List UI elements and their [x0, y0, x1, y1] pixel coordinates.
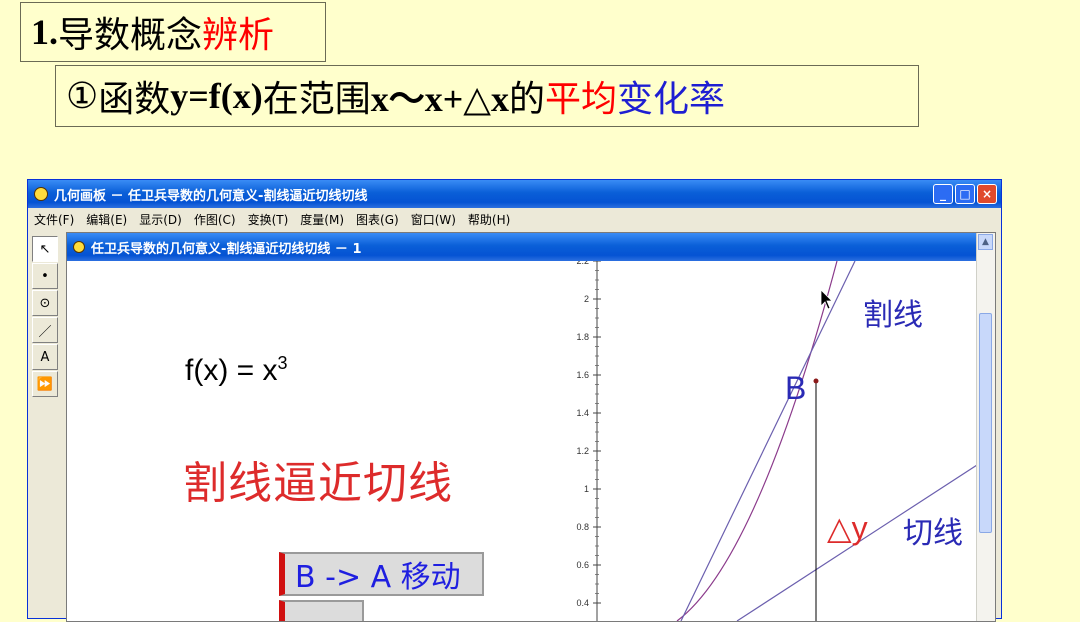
subtitle-text-c: 的 — [509, 79, 546, 120]
window-controls: _ □ × — [933, 184, 997, 204]
window-titlebar[interactable]: 几何画板 － 任卫兵导数的几何意义-割线逼近切线切线 _ □ × — [28, 180, 1001, 208]
vertical-scrollbar[interactable]: ▲ — [976, 233, 995, 621]
label-secant: 割线 — [863, 299, 923, 332]
subtitle-rate: 变化率 — [617, 79, 726, 120]
menu-file[interactable]: 文件(F) — [28, 211, 80, 228]
slide-title: 1. 导数概念 辨析 — [20, 2, 326, 62]
title-highlight: 辨析 — [202, 15, 275, 56]
mouse-cursor-icon — [820, 289, 833, 310]
scroll-up-icon[interactable]: ▲ — [978, 234, 993, 250]
y-tick-label: 1.8 — [576, 332, 589, 342]
toolbox: ↖ • ⊙ ／ A ⏩ — [32, 236, 58, 397]
graph-svg: 2.2 2 1.8 1.6 1.4 1.2 1 0.8 0.6 0.4 B 割线 切线 △y — [576, 261, 977, 621]
menu-bar: 文件(F) 编辑(E) 显示(D) 作图(C) 变换(T) 度量(M) 图表(G… — [28, 208, 1001, 230]
text-tool[interactable]: A — [32, 344, 58, 370]
document-window: 任卫兵导数的几何意义-割线逼近切线切线 － 1 f(x) = x3 割线逼近切线… — [66, 232, 996, 622]
function-curve — [676, 261, 838, 621]
y-tick-label: 2.2 — [576, 261, 589, 266]
label-tangent: 切线 — [903, 517, 963, 550]
compass-tool[interactable]: ⊙ — [32, 290, 58, 316]
point-tool[interactable]: • — [32, 263, 58, 289]
menu-display[interactable]: 显示(D) — [133, 211, 188, 228]
y-tick-label: 0.6 — [576, 560, 589, 570]
close-button[interactable]: × — [977, 184, 997, 204]
y-tick-label: 1.6 — [576, 370, 589, 380]
y-tick-label: 2 — [584, 294, 589, 304]
y-tick-label: 1.4 — [576, 408, 589, 418]
minimize-button[interactable]: _ — [933, 184, 953, 204]
y-tick-label: 0.4 — [576, 598, 589, 608]
label-b: B — [785, 370, 806, 406]
menu-measure[interactable]: 度量(M) — [294, 211, 350, 228]
app-icon — [34, 187, 48, 201]
y-tick-label: 1 — [584, 484, 589, 494]
subtitle-marker: ① — [66, 75, 99, 117]
document-titlebar[interactable]: 任卫兵导数的几何意义-割线逼近切线切线 － 1 — [67, 233, 995, 261]
select-arrow-tool[interactable]: ↖ — [32, 236, 58, 262]
scroll-thumb[interactable] — [979, 313, 992, 533]
y-tick-label: 1.2 — [576, 446, 589, 456]
menu-graph[interactable]: 图表(G) — [350, 211, 405, 228]
window-title: 几何画板 － 任卫兵导数的几何意义-割线逼近切线切线 — [54, 188, 368, 204]
sketch-canvas[interactable]: f(x) = x3 割线逼近切线 B -> A 移动 2.2 2 1.8 1.6 1.4… — [67, 261, 977, 621]
point-b[interactable] — [813, 378, 819, 384]
subtitle-range: x～x+△x — [370, 79, 509, 119]
title-text: 导数概念 — [58, 15, 203, 56]
menu-window[interactable]: 窗口(W) — [405, 211, 462, 228]
menu-help[interactable]: 帮助(H) — [462, 211, 516, 228]
subtitle-text-b: 在范围 — [262, 79, 371, 120]
maximize-button[interactable]: □ — [955, 184, 975, 204]
slide-subtitle: ① 函数 y=f(x) 在范围 x～x+△x 的 平均 变化率 — [55, 65, 919, 127]
title-number: 1. — [31, 12, 58, 52]
sketchpad-window: 几何画板 － 任卫兵导数的几何意义-割线逼近切线切线 _ □ × 文件(F) 编… — [27, 179, 1002, 622]
subtitle-text-a: 函数 — [98, 79, 171, 120]
secant-line — [680, 261, 856, 621]
subtitle-function: y=f(x) — [170, 76, 263, 116]
label-delta-y: △y — [827, 510, 868, 546]
subtitle-average: 平均 — [545, 79, 618, 120]
custom-tool[interactable]: ⏩ — [32, 371, 58, 397]
document-title: 任卫兵导数的几何意义-割线逼近切线切线 － 1 — [91, 241, 362, 257]
y-tick-label: 0.8 — [576, 522, 589, 532]
line-tool[interactable]: ／ — [32, 317, 58, 343]
menu-transform[interactable]: 变换(T) — [242, 211, 295, 228]
menu-edit[interactable]: 编辑(E) — [80, 211, 133, 228]
menu-construct[interactable]: 作图(C) — [188, 211, 242, 228]
document-icon — [73, 241, 85, 253]
